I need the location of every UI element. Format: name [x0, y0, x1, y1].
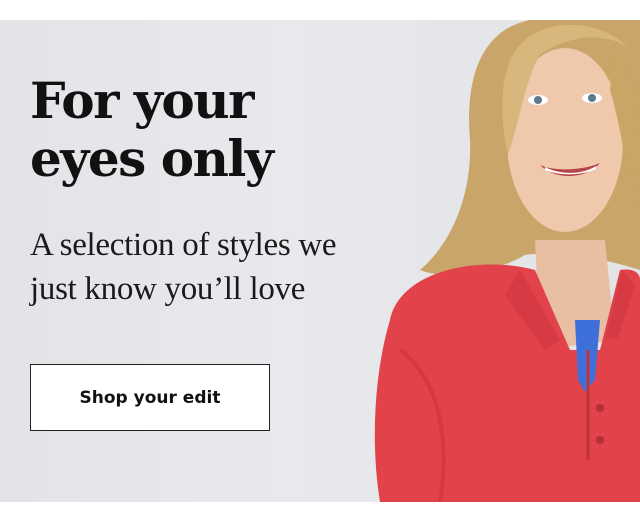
- shop-your-edit-button[interactable]: Shop your edit: [30, 364, 270, 431]
- subhead-line-2: just know you’ll love: [30, 271, 306, 307]
- headline-line-2: eyes only: [30, 129, 274, 188]
- model-photo: [374, 20, 640, 502]
- hero-headline: For your eyes only: [30, 72, 360, 188]
- subhead-line-1: A selection of styles we: [30, 227, 337, 263]
- headline-line-1: For your: [30, 71, 254, 130]
- hero-subheading: A selection of styles we just know you’l…: [30, 223, 390, 311]
- hero-banner: For your eyes only A selection of styles…: [0, 20, 640, 502]
